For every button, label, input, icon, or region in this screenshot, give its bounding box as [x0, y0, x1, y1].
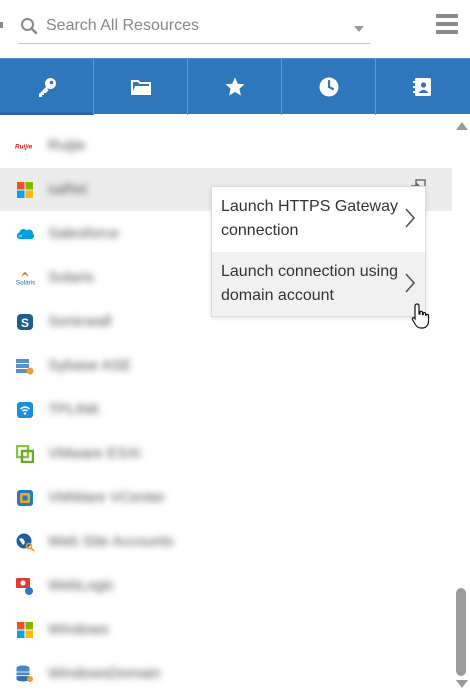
svg-text:Ruijie: Ruijie: [15, 143, 33, 150]
list-item[interactable]: WindowsDomain: [0, 652, 452, 695]
list-item[interactable]: TPLINK: [0, 388, 452, 431]
tab-favorites[interactable]: [188, 59, 282, 115]
list-item-label: VMWare VCenter: [48, 489, 165, 506]
list-item[interactable]: VMWare VCenter: [0, 476, 452, 519]
search-input[interactable]: [46, 16, 336, 35]
menu-item-label: Launch HTTPS Gateway connection: [221, 198, 398, 239]
tab-contacts[interactable]: [376, 59, 470, 115]
list-item-label: TPLINK: [48, 401, 101, 418]
menu-item-label: Launch connection using domain account: [221, 263, 399, 304]
key-icon: [38, 78, 56, 97]
list-item-label: Solaris: [48, 269, 94, 286]
list-item-label: Ruijie: [48, 137, 86, 154]
list-item[interactable]: WebLogic: [0, 564, 452, 607]
database-icon: [15, 664, 35, 684]
svg-text:Solaris: Solaris: [16, 279, 35, 286]
menu-icon[interactable]: [436, 14, 458, 34]
folder-icon: [130, 80, 151, 95]
list-item-label: Web Site Accounts: [48, 533, 174, 550]
search-bar[interactable]: [18, 8, 370, 44]
list-item[interactable]: Sybase ASE: [0, 344, 452, 387]
list-item-label: WindowsDomain: [48, 665, 161, 682]
list-item-label: WebLogic: [48, 577, 115, 594]
list-item-label: Windows: [48, 621, 109, 638]
list-item-label: Salesforce: [48, 225, 119, 242]
list-item[interactable]: Windows: [0, 608, 452, 651]
windows-logo-icon: [15, 180, 35, 200]
chevron-right-icon: [405, 273, 416, 293]
list-item[interactable]: VMware ESXi: [0, 432, 452, 475]
hand-pointer-icon: [411, 303, 430, 329]
edge-marker: [0, 22, 3, 28]
list-item[interactable]: Web Site Accounts: [0, 520, 452, 563]
svg-text:S: S: [21, 316, 29, 330]
tplink-logo-icon: [15, 400, 35, 420]
category-tab-bar: [0, 58, 470, 115]
list-scrollbar[interactable]: [452, 114, 470, 698]
weblogic-icon: [15, 576, 35, 596]
search-dropdown-icon[interactable]: [354, 26, 364, 32]
vmware-logo-icon: [15, 444, 35, 464]
tab-folder[interactable]: [94, 59, 188, 115]
salesforce-logo-icon: sf: [15, 224, 35, 244]
sonicwall-logo-icon: S: [15, 312, 35, 332]
windows-logo-icon: [15, 620, 35, 640]
scroll-down-icon[interactable]: [456, 680, 468, 688]
menu-item-https-gateway[interactable]: Launch HTTPS Gateway connection: [212, 187, 425, 251]
globe-key-icon: [15, 532, 35, 552]
menu-item-domain-account[interactable]: Launch connection using domain account: [212, 252, 425, 316]
search-icon: [21, 17, 38, 34]
tab-key[interactable]: [0, 59, 94, 115]
list-item-label: Sonicwall: [48, 313, 112, 330]
launch-options-menu: Launch HTTPS Gateway connection Launch c…: [211, 186, 426, 317]
scroll-up-icon[interactable]: [456, 122, 468, 130]
list-item-label: saRet: [48, 181, 88, 198]
list-item-label: VMware ESXi: [48, 445, 141, 462]
contact-card-icon: [413, 78, 431, 96]
list-item[interactable]: Ruijie Ruijie: [0, 124, 452, 167]
solaris-logo-icon: Solaris: [15, 268, 35, 288]
chevron-right-icon: [405, 208, 416, 228]
clock-icon: [319, 77, 338, 97]
ruijie-logo-icon: Ruijie: [15, 136, 35, 156]
vcenter-logo-icon: [15, 488, 35, 508]
list-item-label: Sybase ASE: [48, 357, 132, 374]
sybase-db-icon: [15, 356, 35, 376]
scroll-thumb[interactable]: [456, 588, 466, 676]
star-icon: [225, 77, 244, 96]
tab-recent[interactable]: [282, 59, 376, 115]
